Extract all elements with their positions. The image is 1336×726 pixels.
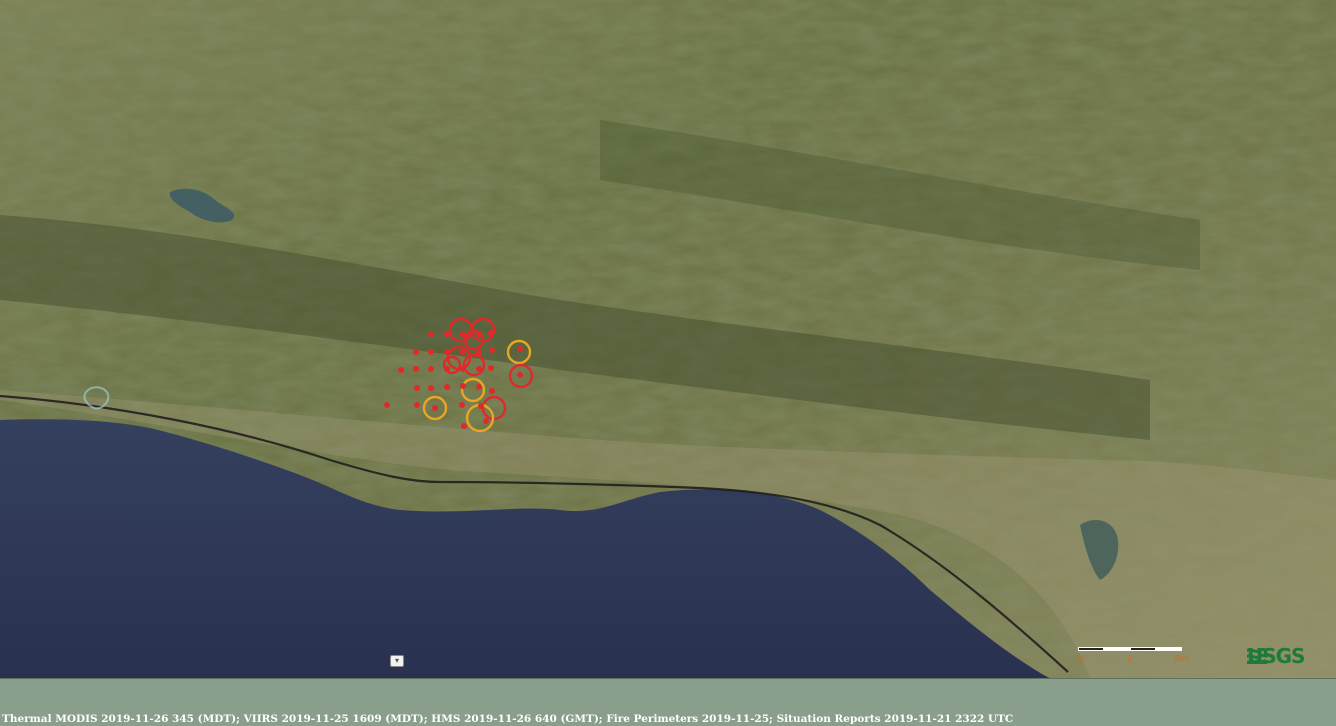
map-application: ▾ 0 2 4mi USGS Thermal MODIS 2019-11-26 … bbox=[0, 0, 1336, 726]
fire-hotspot-point[interactable] bbox=[461, 423, 467, 429]
scale-bar-segment bbox=[1078, 647, 1104, 651]
status-bar: Thermal MODIS 2019-11-26 345 (MDT); VIIR… bbox=[0, 678, 1336, 726]
fire-hotspot-point[interactable] bbox=[478, 403, 484, 409]
scale-bar-segment bbox=[1104, 647, 1130, 651]
fire-hotspot-point[interactable] bbox=[483, 418, 489, 424]
fire-hotspot-point[interactable] bbox=[414, 402, 420, 408]
fire-hotspot-point[interactable] bbox=[476, 366, 482, 372]
fire-hotspot-point[interactable] bbox=[460, 331, 466, 337]
satellite-basemap bbox=[0, 0, 1336, 678]
usgs-wave-icon bbox=[1247, 647, 1267, 664]
fire-hotspot-point[interactable] bbox=[444, 366, 450, 372]
fire-hotspot-point[interactable] bbox=[488, 330, 494, 336]
fire-hotspot-point[interactable] bbox=[476, 331, 482, 337]
fire-hotspot-point[interactable] bbox=[428, 385, 434, 391]
fire-hotspot-point[interactable] bbox=[414, 385, 420, 391]
fire-hotspot-point[interactable] bbox=[432, 405, 438, 411]
scale-bar-tick-4mi: 4mi bbox=[1174, 654, 1190, 663]
usgs-logo: USGS bbox=[1247, 644, 1305, 668]
scale-bar-tick-2: 2 bbox=[1127, 654, 1133, 663]
fire-hotspot-point[interactable] bbox=[460, 366, 466, 372]
fire-hotspot-point[interactable] bbox=[413, 366, 419, 372]
scale-bar: 0 2 4mi bbox=[1078, 645, 1190, 667]
fire-hotspot-point[interactable] bbox=[428, 331, 434, 337]
fire-hotspot-point[interactable] bbox=[413, 349, 419, 355]
collapse-panel-button[interactable]: ▾ bbox=[390, 655, 404, 667]
fire-hotspot-point[interactable] bbox=[459, 402, 465, 408]
fire-hotspot-point[interactable] bbox=[398, 367, 404, 373]
fire-hotspot-point[interactable] bbox=[444, 331, 450, 337]
data-sources-status: Thermal MODIS 2019-11-26 345 (MDT); VIIR… bbox=[2, 713, 1014, 725]
fire-hotspot-point[interactable] bbox=[428, 366, 434, 372]
fire-hotspot-point[interactable] bbox=[384, 402, 390, 408]
fire-hotspot-point[interactable] bbox=[476, 384, 482, 390]
fire-hotspot-point[interactable] bbox=[444, 384, 450, 390]
scale-bar-tick-0: 0 bbox=[1078, 654, 1084, 663]
fire-hotspot-point[interactable] bbox=[489, 347, 495, 353]
fire-hotspot-point[interactable] bbox=[517, 372, 523, 378]
fire-hotspot-point[interactable] bbox=[476, 349, 482, 355]
fire-hotspot-point[interactable] bbox=[488, 365, 494, 371]
chevron-down-icon: ▾ bbox=[394, 656, 399, 665]
fire-hotspot-point[interactable] bbox=[517, 346, 523, 352]
fire-hotspot-point[interactable] bbox=[428, 349, 434, 355]
fire-hotspot-point[interactable] bbox=[460, 383, 466, 389]
scale-bar-segment bbox=[1130, 647, 1156, 651]
scale-bar-segment bbox=[1156, 647, 1182, 651]
fire-hotspot-point[interactable] bbox=[460, 349, 466, 355]
fire-hotspot-point[interactable] bbox=[444, 349, 450, 355]
fire-hotspot-point[interactable] bbox=[489, 388, 495, 394]
map-canvas[interactable]: ▾ 0 2 4mi USGS bbox=[0, 0, 1336, 678]
